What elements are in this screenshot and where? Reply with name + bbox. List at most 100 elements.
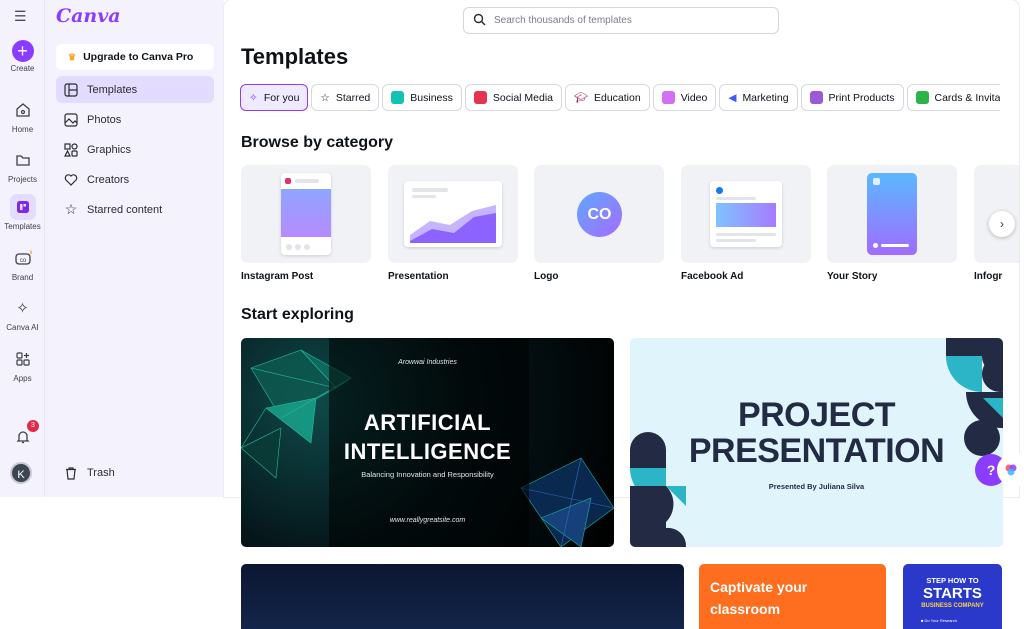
menu-toggle-icon[interactable]: ☰ bbox=[14, 8, 27, 25]
crown-icon: ♛ bbox=[68, 51, 77, 62]
search-input[interactable]: Search thousands of templates bbox=[463, 7, 779, 34]
card-title: ARTIFICIAL INTELLIGENCE bbox=[241, 408, 614, 466]
category-instagram-post[interactable]: Instagram Post bbox=[241, 165, 371, 282]
template-card-starts[interactable]: STEP HOW TO STARTS BUSINESS COMPANY ■ Do… bbox=[903, 564, 1002, 629]
sparkle-icon: ✧ bbox=[16, 300, 29, 317]
chip-starred[interactable]: ☆ Starred bbox=[311, 84, 380, 111]
card-title: Captivate your classroom bbox=[710, 579, 808, 617]
card-title-line2: PRESENTATION bbox=[688, 432, 945, 470]
explore-heading: Start exploring bbox=[241, 306, 354, 323]
chip-education[interactable]: 🎓︎ Education bbox=[565, 84, 650, 111]
rail-label: Brand bbox=[11, 273, 34, 282]
rail-label: Projects bbox=[8, 175, 37, 184]
browse-heading: Browse by category bbox=[241, 134, 394, 151]
upgrade-label: Upgrade to Canva Pro bbox=[83, 51, 194, 63]
chip-label: Video bbox=[680, 91, 708, 104]
megaphone-icon: ◀ bbox=[728, 91, 737, 104]
chip-label: Education bbox=[593, 91, 641, 104]
sidebar: Canva ♛ Upgrade to Canva Pro Templates P… bbox=[45, 0, 224, 497]
rail-label: Canva AI bbox=[6, 323, 39, 332]
category-label: Presentation bbox=[388, 271, 449, 282]
rail-brand[interactable]: co ♛ Brand bbox=[0, 245, 45, 282]
rail-canva-ai[interactable]: ✧ Canva AI bbox=[0, 295, 45, 332]
chip-for-you[interactable]: ✧ For you bbox=[240, 84, 309, 111]
card-url: www.reallygreatsite.com bbox=[389, 517, 466, 524]
folder-icon bbox=[10, 147, 36, 173]
sidebar-item-photos[interactable]: Photos bbox=[56, 106, 214, 133]
heart-icon bbox=[63, 172, 79, 188]
chip-label: Business bbox=[410, 91, 453, 104]
category-label: Your Story bbox=[827, 271, 878, 282]
brand-icon: co ♛ bbox=[10, 245, 36, 271]
template-card-ai[interactable]: Arowwai Industries ARTIFICIAL INTELLIGEN… bbox=[241, 338, 614, 547]
photo-icon bbox=[63, 112, 79, 128]
social-media-icon bbox=[473, 91, 487, 104]
home-icon bbox=[10, 97, 36, 123]
sidebar-item-label: Trash bbox=[87, 466, 115, 479]
sidebar-item-creators[interactable]: Creators bbox=[56, 166, 214, 193]
category-facebook-ad[interactable]: Facebook Ad bbox=[681, 165, 811, 282]
sidebar-item-trash[interactable]: Trash bbox=[56, 459, 214, 486]
template-card-project[interactable]: PROJECT PRESENTATION Presented By Julian… bbox=[630, 338, 1003, 547]
card-title: STARTS bbox=[923, 585, 982, 602]
search-icon bbox=[473, 13, 486, 29]
chip-label: Social Media bbox=[492, 91, 554, 104]
sidebar-item-templates[interactable]: Templates bbox=[56, 76, 214, 103]
rail-create[interactable]: + Create bbox=[0, 40, 45, 73]
chip-label: Starred bbox=[335, 91, 371, 104]
rail-apps[interactable]: Apps bbox=[0, 346, 45, 383]
rail-label: Create bbox=[10, 64, 35, 73]
card-title-line1: PROJECT bbox=[737, 396, 896, 434]
rail-templates[interactable]: Templates bbox=[0, 194, 45, 231]
card-subtitle: Balancing Innovation and Responsibility bbox=[361, 470, 494, 479]
canva-logo[interactable]: Canva bbox=[56, 5, 121, 27]
card-title: PROJECT PRESENTATION bbox=[630, 397, 1003, 469]
card-subtitle: Presented By Juliana Silva bbox=[768, 482, 865, 491]
business-icon bbox=[391, 91, 405, 104]
sidebar-item-label: Starred content bbox=[87, 203, 163, 216]
category-label: Instagram Post bbox=[241, 271, 314, 282]
category-your-story[interactable]: Your Story bbox=[827, 165, 957, 282]
search-placeholder: Search thousands of templates bbox=[494, 15, 632, 26]
star-icon: ☆ bbox=[64, 201, 78, 217]
graduation-cap-icon: 🎓︎ bbox=[574, 92, 588, 104]
trash-icon bbox=[63, 465, 79, 481]
category-presentation[interactable]: Presentation bbox=[388, 165, 518, 282]
chevron-right-icon[interactable]: › bbox=[989, 211, 1015, 237]
avatar[interactable]: K bbox=[10, 462, 32, 484]
sidebar-item-starred[interactable]: ☆ Starred content bbox=[56, 196, 214, 223]
rail-label: Apps bbox=[13, 374, 32, 383]
chip-marketing[interactable]: ◀ Marketing bbox=[719, 84, 798, 111]
shapes-icon bbox=[63, 142, 79, 158]
chip-video[interactable]: Video bbox=[652, 84, 717, 111]
category-label: Facebook Ad bbox=[681, 271, 744, 282]
sidebar-item-label: Photos bbox=[87, 113, 122, 126]
rail-projects[interactable]: Projects bbox=[0, 147, 45, 184]
card-brand: Arowwai Industries bbox=[398, 359, 457, 366]
template-card-dark[interactable] bbox=[241, 564, 684, 629]
templates-icon bbox=[63, 82, 79, 98]
chip-social-media[interactable]: Social Media bbox=[464, 84, 563, 111]
rail-label: Home bbox=[11, 125, 34, 134]
category-thumbnail bbox=[241, 165, 371, 263]
logo-badge: CO bbox=[577, 192, 622, 237]
sidebar-item-graphics[interactable]: Graphics bbox=[56, 136, 214, 163]
rail-home[interactable]: Home bbox=[0, 97, 45, 134]
chip-cards-invitations[interactable]: Cards & Invita bbox=[906, 84, 1000, 111]
sidebar-item-label: Creators bbox=[87, 173, 130, 186]
card-line1: STEP HOW TO bbox=[926, 576, 979, 585]
chip-label: For you bbox=[263, 91, 300, 104]
category-thumbnail: CO bbox=[534, 165, 664, 263]
upgrade-button[interactable]: ♛ Upgrade to Canva Pro bbox=[56, 44, 214, 70]
chip-label: Marketing bbox=[742, 91, 789, 104]
category-chips: ✧ For you ☆ Starred Business Social Media 🎓︎ Ed… bbox=[240, 84, 1000, 111]
chip-print-products[interactable]: Print Products bbox=[800, 84, 904, 111]
chip-business[interactable]: Business bbox=[382, 84, 462, 111]
notification-badge: 3 bbox=[27, 420, 39, 432]
template-card-classroom[interactable]: Captivate your classroom bbox=[699, 564, 886, 629]
category-logo[interactable]: CO Logo bbox=[534, 165, 664, 282]
apps-icon bbox=[10, 346, 36, 372]
magic-assistant-icon[interactable] bbox=[997, 454, 1024, 486]
card-title-line2: INTELLIGENCE bbox=[343, 439, 512, 464]
left-rail: ☰ + Create Home Projects Templates co ♛ B… bbox=[0, 0, 45, 497]
